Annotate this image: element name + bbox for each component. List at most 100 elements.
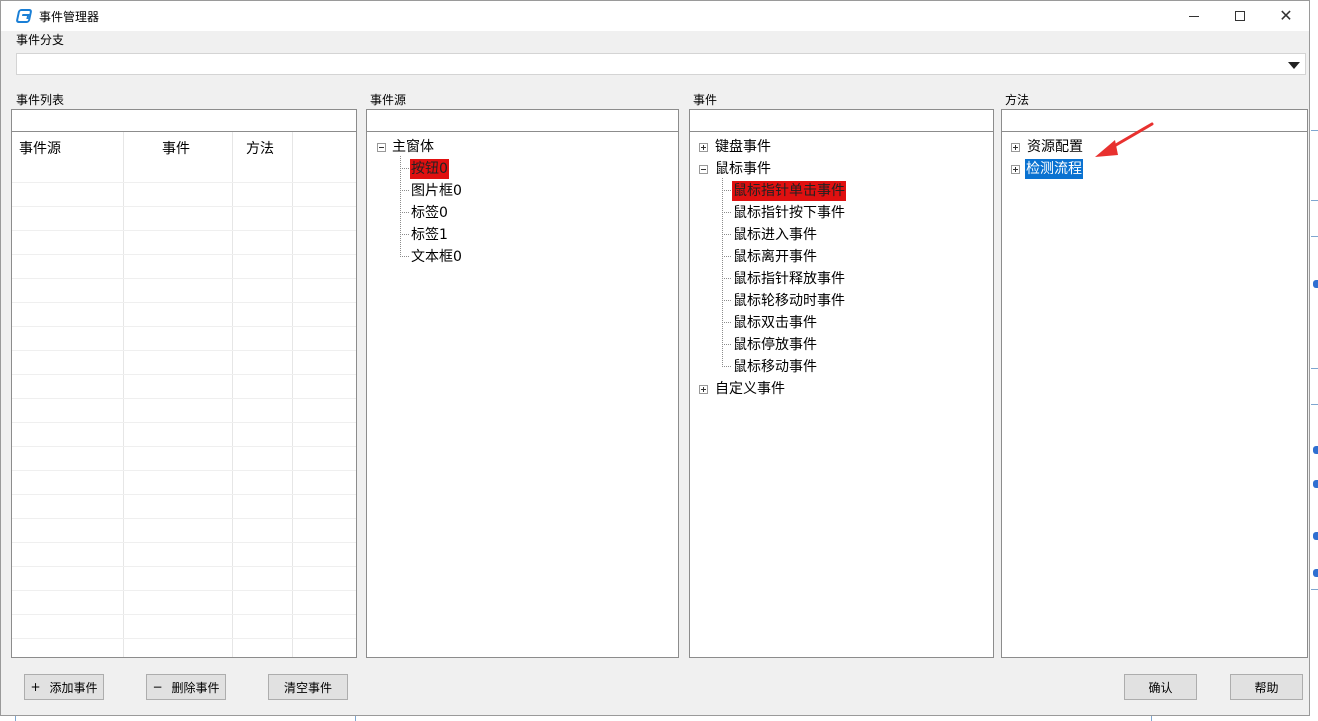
row-line xyxy=(12,494,356,495)
background-divider xyxy=(1311,236,1318,237)
tree-node-label0[interactable]: 标签0 xyxy=(410,203,449,223)
column-header-source[interactable]: 事件源 xyxy=(19,138,61,158)
delete-event-label: 删除事件 xyxy=(171,680,220,695)
row-line xyxy=(12,278,356,279)
row-line xyxy=(12,470,356,471)
tree-guide xyxy=(722,178,723,367)
tree-node-label1[interactable]: 标签1 xyxy=(410,225,449,245)
tree-guide xyxy=(722,322,731,323)
tree-guide xyxy=(400,212,409,213)
row-line xyxy=(12,182,356,183)
background-divider xyxy=(1151,716,1152,721)
branch-dropdown[interactable] xyxy=(16,53,1306,75)
minus-icon: − xyxy=(152,680,163,694)
event-list-label: 事件列表 xyxy=(16,93,65,107)
confirm-button[interactable]: 确认 xyxy=(1124,674,1197,700)
tree-node-button0[interactable]: 按钮0 xyxy=(410,159,449,179)
tree-guide xyxy=(722,366,731,367)
column-header-method[interactable]: 方法 xyxy=(246,138,274,158)
event-source-tree[interactable]: 主窗体 按钮0 图片框0 标签0 标签1 文本框0 xyxy=(366,131,679,658)
help-button[interactable]: 帮助 xyxy=(1230,674,1303,700)
methods-label: 方法 xyxy=(1005,93,1030,107)
background-divider xyxy=(1311,130,1318,131)
tree-node-resource-config[interactable]: 资源配置 xyxy=(1026,137,1084,157)
tree-node-mouse-down[interactable]: 鼠标指针按下事件 xyxy=(732,203,846,223)
row-line xyxy=(12,566,356,567)
events-filter-input[interactable] xyxy=(689,109,994,132)
window-title: 事件管理器 xyxy=(39,10,100,24)
close-icon: ✕ xyxy=(1279,6,1293,25)
tree-guide xyxy=(722,300,731,301)
row-line xyxy=(12,398,356,399)
tree-node-mouse-leave[interactable]: 鼠标离开事件 xyxy=(732,247,818,267)
background-divider xyxy=(355,716,356,721)
background-dot-icon xyxy=(1313,532,1318,540)
row-line xyxy=(12,302,356,303)
expand-toggle-icon[interactable] xyxy=(1011,165,1020,174)
event-source-filter-input[interactable] xyxy=(366,109,679,132)
clear-events-button[interactable]: 清空事件 xyxy=(268,674,348,700)
event-manager-window: 事件管理器 ✕ 事件分支 事件列表 事件源 事件 方法 事件源 事件 方法 主窗… xyxy=(0,0,1310,716)
tree-guide xyxy=(722,256,731,257)
events-label: 事件 xyxy=(693,93,718,107)
app-logo-icon xyxy=(15,9,33,23)
tree-node-mouse-double-click[interactable]: 鼠标双击事件 xyxy=(732,313,818,333)
background-dot-icon xyxy=(1313,569,1318,577)
expand-toggle-icon[interactable] xyxy=(699,143,708,152)
event-list-filter-input[interactable] xyxy=(11,109,357,132)
collapse-toggle-icon[interactable] xyxy=(699,165,708,174)
tree-guide xyxy=(400,234,409,235)
methods-tree[interactable]: 资源配置 检测流程 xyxy=(1001,131,1308,658)
background-divider xyxy=(1311,200,1318,201)
add-event-button[interactable]: + 添加事件 xyxy=(24,674,104,700)
tree-guide xyxy=(722,278,731,279)
tree-node-mouse-enter[interactable]: 鼠标进入事件 xyxy=(732,225,818,245)
background-divider xyxy=(15,716,16,721)
tree-node-main-form[interactable]: 主窗体 xyxy=(391,137,435,157)
plus-icon: + xyxy=(30,680,41,694)
tree-node-mouse-hover[interactable]: 鼠标停放事件 xyxy=(732,335,818,355)
chevron-down-icon[interactable] xyxy=(1288,62,1300,69)
background-divider xyxy=(1311,368,1318,369)
tree-node-custom-events[interactable]: 自定义事件 xyxy=(714,379,786,399)
background-dot-icon xyxy=(1313,480,1318,488)
background-dot-icon xyxy=(1313,446,1318,454)
tree-node-textbox0[interactable]: 文本框0 xyxy=(410,247,463,267)
row-line xyxy=(12,374,356,375)
delete-event-button[interactable]: − 删除事件 xyxy=(146,674,226,700)
collapse-toggle-icon[interactable] xyxy=(377,143,386,152)
background-dot-icon xyxy=(1313,280,1318,288)
expand-toggle-icon[interactable] xyxy=(699,385,708,394)
row-line xyxy=(12,326,356,327)
events-tree[interactable]: 键盘事件 鼠标事件 鼠标指针单击事件 鼠标指针按下事件 鼠标进入事件 鼠标离开事… xyxy=(689,131,994,658)
tree-guide xyxy=(722,344,731,345)
minimize-button[interactable] xyxy=(1171,1,1217,31)
tree-node-mouse-click[interactable]: 鼠标指针单击事件 xyxy=(732,181,846,201)
event-source-label: 事件源 xyxy=(370,93,407,107)
tree-node-keyboard-events[interactable]: 键盘事件 xyxy=(714,137,772,157)
tree-guide xyxy=(400,256,409,257)
event-list-table[interactable]: 事件源 事件 方法 xyxy=(11,131,357,658)
column-header-event[interactable]: 事件 xyxy=(162,138,190,158)
tree-node-picture0[interactable]: 图片框0 xyxy=(410,181,463,201)
tree-node-mouse-events[interactable]: 鼠标事件 xyxy=(714,159,772,179)
row-line xyxy=(12,518,356,519)
expand-toggle-icon[interactable] xyxy=(1011,143,1020,152)
row-line xyxy=(12,350,356,351)
tree-node-mouse-up[interactable]: 鼠标指针释放事件 xyxy=(732,269,846,289)
column-divider xyxy=(292,132,293,657)
maximize-button[interactable] xyxy=(1217,1,1263,31)
close-button[interactable]: ✕ xyxy=(1263,1,1309,31)
add-event-label: 添加事件 xyxy=(49,680,98,695)
row-line xyxy=(12,422,356,423)
tree-node-mouse-move[interactable]: 鼠标移动事件 xyxy=(732,357,818,377)
column-divider xyxy=(123,132,124,657)
row-line xyxy=(12,230,356,231)
tree-guide xyxy=(722,212,731,213)
column-divider xyxy=(232,132,233,657)
tree-guide xyxy=(400,168,409,169)
tree-node-detection-flow[interactable]: 检测流程 xyxy=(1025,159,1083,179)
row-line xyxy=(12,614,356,615)
row-line xyxy=(12,446,356,447)
tree-node-mouse-wheel[interactable]: 鼠标轮移动时事件 xyxy=(732,291,846,311)
